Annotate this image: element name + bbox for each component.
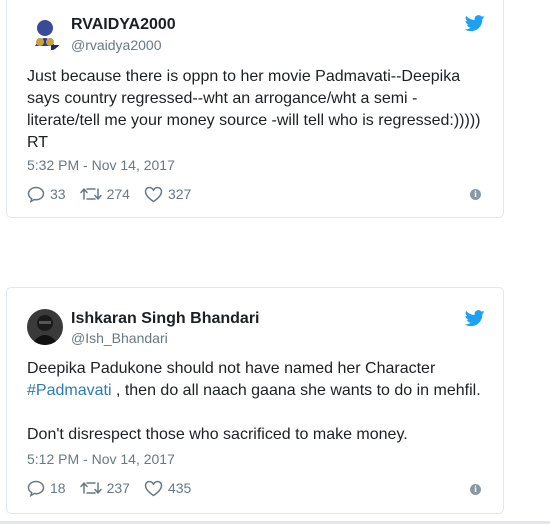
reply-button[interactable]: 18: [27, 480, 66, 497]
tweet-text-line: Deepika Padukone should not have named h…: [27, 360, 436, 377]
tweet-text-fragment: , then do all naach gaana she wants to d…: [111, 382, 481, 399]
tweet-text-line: says country regressed--wht an arrogance…: [27, 90, 418, 107]
reply-count: 33: [50, 186, 66, 202]
tweet-text-line: literate/tell me your money source -will…: [27, 112, 481, 129]
avatar[interactable]: [27, 309, 63, 345]
twitter-bird-icon[interactable]: [464, 15, 485, 35]
retweet-button[interactable]: 274: [79, 186, 130, 202]
reply-icon: [27, 186, 45, 203]
user-handle[interactable]: @rvaidya2000: [71, 37, 162, 53]
like-icon: [144, 186, 163, 202]
retweet-count: 237: [106, 480, 130, 496]
user-handle[interactable]: @Ish_Bhandari: [71, 330, 168, 346]
retweet-count: 274: [106, 186, 130, 202]
hashtag-link[interactable]: #Padmavati: [27, 382, 112, 399]
like-button[interactable]: 327: [144, 186, 191, 203]
avatar[interactable]: [27, 16, 63, 52]
tweet-text: Just because there is oppn to her movie …: [27, 66, 497, 154]
tweet-actions: 33 274 327: [27, 183, 205, 205]
retweet-button[interactable]: 237: [79, 480, 130, 496]
display-name[interactable]: RVAIDYA2000: [71, 16, 176, 34]
tweet-card: RVAIDYA2000 @rvaidya2000 Just because th…: [6, 0, 504, 218]
tweet-actions: 18 237 435: [27, 477, 205, 499]
tweet-text-line: RT: [27, 134, 49, 151]
tweet-text-line: Just because there is oppn to her movie …: [27, 68, 461, 85]
like-button[interactable]: 435: [144, 480, 191, 497]
reply-icon: [27, 480, 45, 497]
display-name[interactable]: Ishkaran Singh Bhandari: [71, 310, 259, 328]
twitter-bird-icon[interactable]: [464, 310, 485, 330]
retweet-icon: [79, 482, 102, 494]
retweet-icon: [79, 188, 102, 200]
info-icon[interactable]: i: [470, 189, 481, 200]
tweet-timestamp[interactable]: 5:32 PM - Nov 14, 2017: [27, 157, 175, 173]
info-icon[interactable]: i: [470, 484, 481, 495]
tweet-text: Deepika Padukone should not have named h…: [27, 358, 497, 446]
tweet-card: Ishkaran Singh Bhandari @Ish_Bhandari De…: [6, 287, 504, 514]
like-icon: [144, 480, 163, 496]
reply-button[interactable]: 33: [27, 186, 66, 203]
tweet-text-line: #Padmavati , then do all naach gaana she…: [27, 380, 497, 402]
like-count: 327: [167, 186, 192, 202]
tweet-timestamp[interactable]: 5:12 PM - Nov 14, 2017: [27, 451, 175, 467]
tweet-text-line: Don't disrespect those who sacrificed to…: [27, 426, 408, 443]
reply-count: 18: [50, 480, 66, 496]
like-count: 435: [167, 480, 192, 496]
